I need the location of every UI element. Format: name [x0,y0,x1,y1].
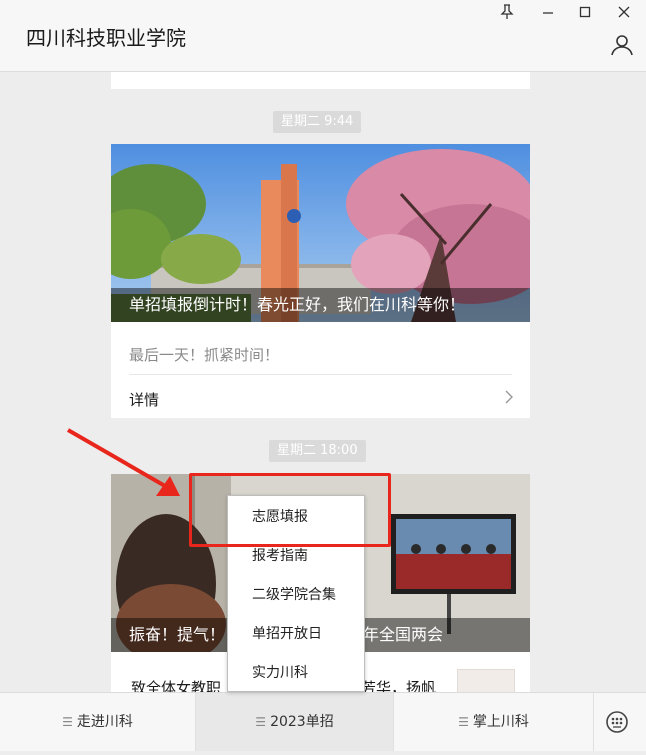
detail-link[interactable]: 详情 [129,389,159,410]
article-cover-image[interactable]: 单招填报倒计时！春光正好，我们在川科等你！ [111,144,530,322]
keyboard-icon[interactable] [594,693,646,751]
submenu-item-erji[interactable]: 二级学院合集 [228,576,364,615]
previous-article-card[interactable]: 详情 [111,71,530,89]
submenu-item-kaifangri[interactable]: 单招开放日 [228,615,364,654]
bottom-menu-bar: ☰ 走进川科 ☰ 2023单招 ☰ 掌上川科 [0,692,646,751]
close-icon[interactable] [613,4,635,22]
menu-item-zoujin[interactable]: ☰ 走进川科 [0,693,196,751]
message-timestamp: 星期二 9:44 [273,111,362,133]
article-description: 最后一天！抓紧时间！ [129,346,280,364]
menu-lines-icon: ☰ [62,715,73,729]
user-icon[interactable] [610,33,634,57]
window-titlebar: 四川科技职业学院 [0,0,646,72]
menu-lines-icon: ☰ [255,715,267,729]
menu-item-zhangshang[interactable]: ☰ 掌上川科 [394,693,594,751]
menu-item-danzhao[interactable]: ☰ 2023单招 [196,693,394,751]
chevron-right-icon [505,390,513,404]
message-timestamp: 星期二 18:00 [269,440,366,462]
card-divider [129,374,512,375]
article-card[interactable]: 单招填报倒计时！春光正好，我们在川科等你！ 最后一天！抓紧时间！ 详情 [111,144,530,418]
pin-icon[interactable] [496,4,518,22]
sub-article-title-right[interactable]: 芳华，扬帆 [361,677,436,692]
window-title: 四川科技职业学院 [26,26,186,50]
caption-right: 年全国两会 [363,625,444,644]
caption-left: 振奋！提气！ [129,625,226,644]
detail-row[interactable]: 详情 [111,376,530,416]
sub-article-thumbnail[interactable] [457,669,515,692]
maximize-icon[interactable] [574,4,596,22]
highlight-annotation-box [189,473,391,547]
submenu-item-shili[interactable]: 实力川科 [228,654,364,693]
sub-article-title-left[interactable]: 致全体女教职 [131,677,221,692]
article-cover-caption: 单招填报倒计时！春光正好，我们在川科等你！ [111,288,530,322]
minimize-icon[interactable] [537,4,559,22]
red-arrow-annotation [67,428,180,496]
menu-lines-icon: ☰ [458,715,469,729]
